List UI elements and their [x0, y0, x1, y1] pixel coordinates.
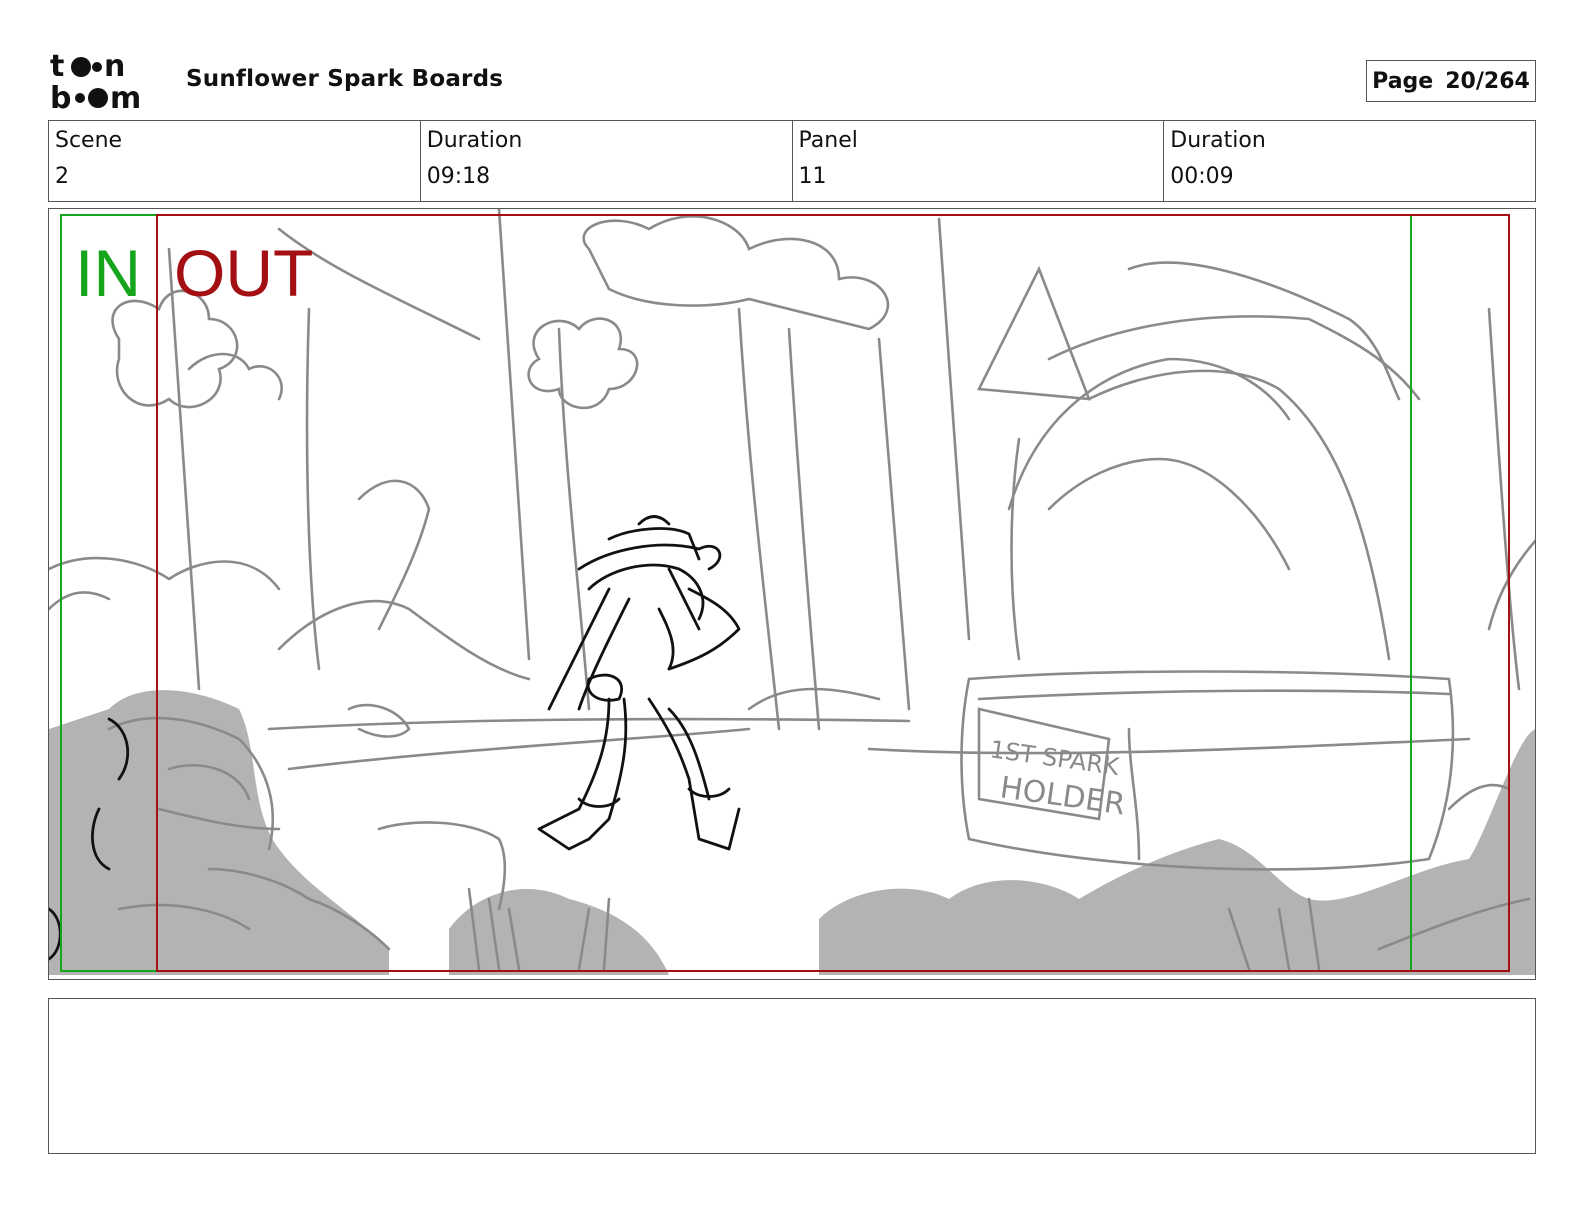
scene-cell: Scene 2: [49, 121, 421, 201]
in-marker: IN: [75, 236, 141, 310]
page-indicator: Page 20/264: [1366, 60, 1536, 102]
page-label: Page: [1372, 68, 1434, 94]
out-frame: [156, 214, 1510, 972]
panel-cell: Panel 11: [793, 121, 1165, 201]
svg-text:b: b: [50, 81, 71, 112]
toonboom-logo: t n b m: [50, 49, 166, 116]
scene-duration-value: 09:18: [426, 164, 491, 189]
page-value: 20/264: [1445, 68, 1530, 94]
panel-label: Panel: [798, 128, 858, 153]
panel-duration-value: 00:09: [1170, 164, 1234, 189]
notes-box[interactable]: [48, 998, 1536, 1154]
scene-label: Scene: [55, 128, 123, 153]
scene-duration-label: Duration: [426, 128, 523, 153]
svg-text:t: t: [50, 50, 64, 84]
project-title: Sunflower Spark Boards: [186, 66, 504, 92]
storyboard-panel: 1ST SPARK HOLDER IN OUT: [48, 208, 1536, 980]
panel-duration-cell: Duration 00:09: [1164, 121, 1535, 201]
scene-value: 2: [55, 164, 69, 189]
info-table: Scene 2 Duration 09:18 Panel 11 Duration…: [48, 120, 1536, 202]
out-marker: OUT: [174, 236, 314, 310]
svg-text:m: m: [110, 81, 141, 112]
panel-value: 11: [798, 164, 827, 189]
toonboom-logo-icon: t n b m: [50, 49, 141, 116]
storyboard-sketch: 1ST SPARK HOLDER: [49, 209, 1535, 975]
sign-lettering: 1ST SPARK HOLDER: [988, 735, 1127, 822]
scene-duration-cell: Duration 09:18: [421, 121, 793, 201]
svg-text:n: n: [104, 50, 125, 84]
panel-duration-label: Duration: [1170, 128, 1266, 153]
